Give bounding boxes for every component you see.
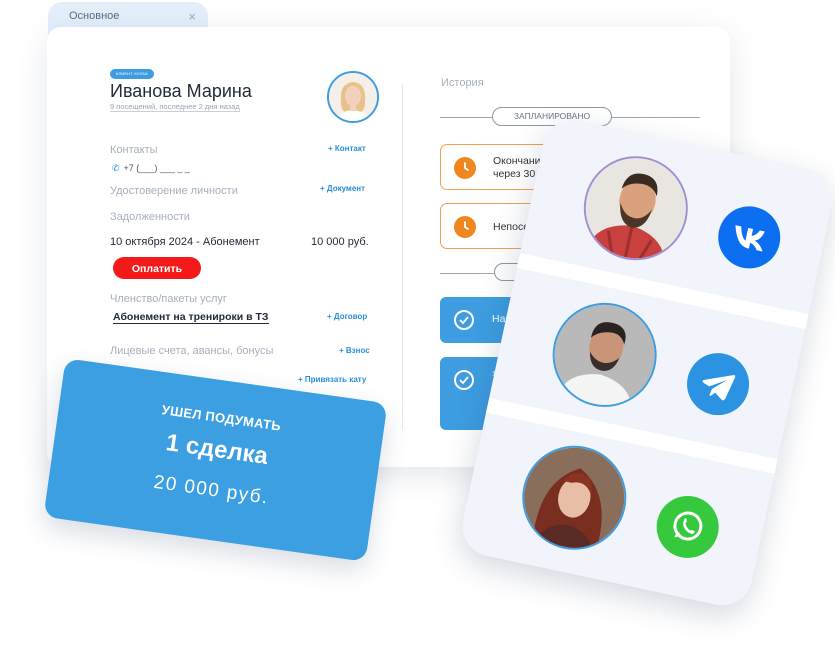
- column-divider: [402, 84, 403, 430]
- phone-row[interactable]: ✆ +7 (___) ___ _ _: [112, 163, 190, 174]
- history-title: История: [441, 77, 484, 89]
- identity-label: Удостоверение личности: [110, 185, 238, 197]
- clock-icon: [454, 157, 476, 179]
- client-avatar[interactable]: [327, 71, 379, 123]
- telegram-icon[interactable]: [681, 347, 755, 421]
- link-card-button[interactable]: + Привязать кату: [298, 375, 366, 384]
- close-icon[interactable]: ×: [188, 9, 196, 24]
- client-badge: КЛИЕНТ КЛУБА: [110, 69, 155, 79]
- whatsapp-icon[interactable]: [650, 490, 725, 564]
- check-icon: [454, 310, 474, 330]
- phone-value: +7 (___) ___ _ _: [123, 163, 190, 173]
- client-photo: [329, 73, 377, 121]
- pay-button[interactable]: Оплатить: [113, 257, 201, 279]
- check-icon: [454, 370, 474, 390]
- add-payment-button[interactable]: + Взнос: [339, 346, 370, 355]
- membership-label: Членство/пакеты услуг: [110, 293, 227, 305]
- tab-label: Основное: [69, 10, 120, 22]
- contact-photo: [514, 438, 634, 558]
- contact-photo: [545, 295, 664, 415]
- debt-amount: 10 000 руб.: [311, 236, 369, 248]
- membership-item[interactable]: Абонемент на тренироки в ТЗ: [113, 311, 269, 324]
- debt-item: 10 октября 2024 - Абонемент: [110, 236, 260, 248]
- add-contact-button[interactable]: + Контакт: [328, 144, 366, 153]
- contact-avatar[interactable]: [542, 293, 667, 417]
- contact-photo: [576, 148, 696, 268]
- contact-avatar[interactable]: [512, 436, 636, 560]
- accounts-label: Лицевые счета, авансы, бонусы: [110, 345, 274, 357]
- contact-avatar[interactable]: [574, 146, 698, 270]
- vk-icon[interactable]: [712, 200, 786, 275]
- phone-icon: ✆: [112, 163, 120, 173]
- add-contract-button[interactable]: + Договор: [327, 312, 367, 321]
- visits-link[interactable]: 9 посещений, последнее 2 дня назад: [110, 102, 240, 112]
- event-line: через 30: [493, 168, 536, 180]
- clock-icon: [454, 216, 476, 238]
- client-name: Иванова Марина: [110, 81, 252, 101]
- debts-label: Задолженности: [110, 211, 190, 223]
- contacts-label: Контакты: [110, 144, 158, 156]
- event-line: Окончани: [493, 155, 541, 167]
- event-text: Окончани через 30: [493, 155, 541, 181]
- add-document-button[interactable]: + Документ: [320, 184, 365, 193]
